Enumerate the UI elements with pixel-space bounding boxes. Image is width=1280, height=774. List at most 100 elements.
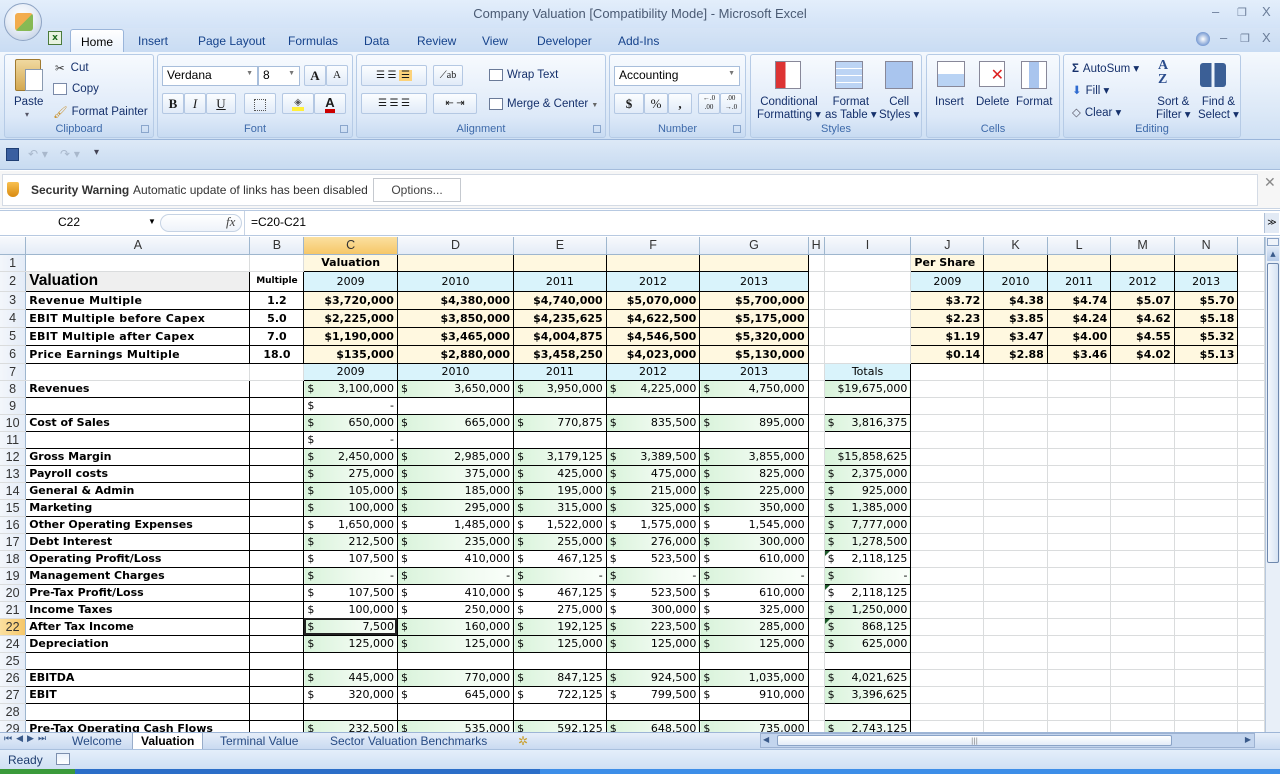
pl-value[interactable]: $192,125: [513, 618, 607, 636]
multiple-value[interactable]: 5.0: [249, 309, 305, 328]
cell-extra[interactable]: [1237, 567, 1265, 585]
empty-cell[interactable]: [1110, 414, 1175, 432]
empty-cell[interactable]: [1047, 448, 1112, 466]
pl-value[interactable]: [513, 397, 607, 415]
pl-value[interactable]: $3,650,000: [397, 380, 515, 398]
pl-value[interactable]: $650,000: [303, 414, 398, 432]
tab-formulas[interactable]: Formulas: [278, 32, 348, 50]
empty-cell[interactable]: [983, 533, 1048, 551]
multiple-value[interactable]: 7.0: [249, 327, 305, 346]
empty-cell[interactable]: [983, 414, 1048, 432]
align-middle-icon[interactable]: ☰: [388, 70, 397, 81]
per-share-value[interactable]: $0.14: [910, 345, 985, 364]
first-sheet-icon[interactable]: ⏮: [4, 734, 16, 744]
total-value[interactable]: $7,777,000: [824, 516, 912, 534]
per-share-header-blank[interactable]: [1110, 254, 1175, 272]
empty-cell[interactable]: [1110, 397, 1175, 415]
comma-button[interactable]: ,: [668, 93, 692, 114]
font-color-button[interactable]: A: [314, 93, 346, 114]
shrink-font-button[interactable]: A: [326, 65, 348, 86]
formula-input[interactable]: =C20-C21: [251, 215, 306, 229]
empty-cell[interactable]: [910, 482, 985, 500]
empty-cell[interactable]: [910, 363, 985, 381]
cell-extra[interactable]: [1237, 601, 1265, 619]
font-name-select[interactable]: Verdana ▼: [162, 66, 258, 86]
empty-cell[interactable]: [1110, 533, 1175, 551]
pl-value[interactable]: $160,000: [397, 618, 515, 636]
cell-extra[interactable]: [1237, 345, 1265, 364]
pl-value[interactable]: $125,000: [699, 635, 809, 653]
pl-value[interactable]: $225,000: [699, 482, 809, 500]
multiple-value[interactable]: 18.0: [249, 345, 305, 364]
empty-cell[interactable]: [1110, 669, 1175, 687]
row-header-12[interactable]: 12: [0, 448, 27, 466]
cell-h[interactable]: [808, 601, 825, 619]
per-share-value[interactable]: $3.85: [983, 309, 1048, 328]
format-button[interactable]: Format: [1016, 96, 1052, 108]
name-box[interactable]: C22 ▼: [2, 213, 156, 233]
empty-cell[interactable]: [1174, 431, 1239, 449]
valuation-value[interactable]: $5,175,000: [699, 309, 809, 328]
empty-cell[interactable]: [983, 516, 1048, 534]
pl-value[interactable]: $250,000: [397, 601, 515, 619]
empty-cell[interactable]: [1110, 686, 1175, 704]
empty-cell[interactable]: [1110, 550, 1175, 568]
cell-h[interactable]: [808, 397, 825, 415]
align-right-icon[interactable]: ☰: [401, 98, 410, 109]
per-share-value[interactable]: $1.19: [910, 327, 985, 346]
total-value[interactable]: $3,816,375: [824, 414, 912, 432]
pl-value[interactable]: [513, 652, 607, 670]
cell-i[interactable]: [824, 345, 912, 364]
per-share-header-blank[interactable]: [1174, 254, 1239, 272]
empty-cell[interactable]: [910, 686, 985, 704]
close-button[interactable]: X: [1262, 4, 1271, 19]
align-left-icon[interactable]: ☰: [378, 98, 387, 109]
cell-b7[interactable]: [249, 363, 305, 381]
pl-value[interactable]: $325,000: [699, 601, 809, 619]
cell-extra[interactable]: [1237, 309, 1265, 328]
empty-cell[interactable]: [1047, 567, 1112, 585]
empty-cell[interactable]: [1110, 584, 1175, 602]
empty-cell[interactable]: [983, 669, 1048, 687]
cell-h[interactable]: [808, 669, 825, 687]
total-value[interactable]: $4,021,625: [824, 669, 912, 687]
pl-value[interactable]: $325,000: [606, 499, 701, 517]
pl-value[interactable]: $212,500: [303, 533, 398, 551]
pl-value[interactable]: $910,000: [699, 686, 809, 704]
cell-extra[interactable]: [1237, 499, 1265, 517]
row-header-14[interactable]: 14: [0, 482, 27, 500]
pl-year-header[interactable]: 2013: [699, 363, 809, 381]
valuation-value[interactable]: $3,850,000: [397, 309, 515, 328]
cell-extra[interactable]: [1237, 686, 1265, 704]
pl-value[interactable]: $523,500: [606, 550, 701, 568]
cell-h[interactable]: [808, 499, 825, 517]
column-header-j[interactable]: J: [910, 237, 985, 255]
valuation-header-blank[interactable]: [397, 254, 515, 272]
underline-button[interactable]: U: [206, 93, 236, 114]
pl-value[interactable]: $ -: [303, 397, 398, 415]
conditional-formatting-button[interactable]: Conditional Formatting ▾: [757, 96, 821, 122]
paste-dropdown-icon[interactable]: ▾: [25, 110, 29, 119]
per-share-value[interactable]: $5.13: [1174, 345, 1239, 364]
row-header-21[interactable]: 21: [0, 601, 27, 619]
increase-indent-icon[interactable]: ⇥: [456, 98, 464, 109]
pl-value[interactable]: $195,000: [513, 482, 607, 500]
pl-value[interactable]: $410,000: [397, 584, 515, 602]
empty-cell[interactable]: [1174, 380, 1239, 398]
pl-value[interactable]: $1,650,000: [303, 516, 398, 534]
per-share-header[interactable]: Per Share: [910, 254, 985, 272]
empty-cell[interactable]: [983, 448, 1048, 466]
per-share-year-header[interactable]: 2011: [1047, 271, 1112, 292]
column-header-a[interactable]: A: [25, 237, 251, 255]
empty-cell[interactable]: [1110, 720, 1175, 732]
row-header-2[interactable]: 2: [0, 271, 27, 292]
empty-cell[interactable]: [983, 703, 1048, 721]
borders-button[interactable]: [244, 93, 276, 114]
empty-cell[interactable]: [1110, 482, 1175, 500]
office-button[interactable]: [4, 3, 42, 41]
pl-value[interactable]: $770,875: [513, 414, 607, 432]
total-value[interactable]: $2,118,125: [824, 550, 912, 568]
valuation-value[interactable]: $5,320,000: [699, 327, 809, 346]
pl-value[interactable]: $375,000: [397, 465, 515, 483]
empty-cell[interactable]: [910, 533, 985, 551]
